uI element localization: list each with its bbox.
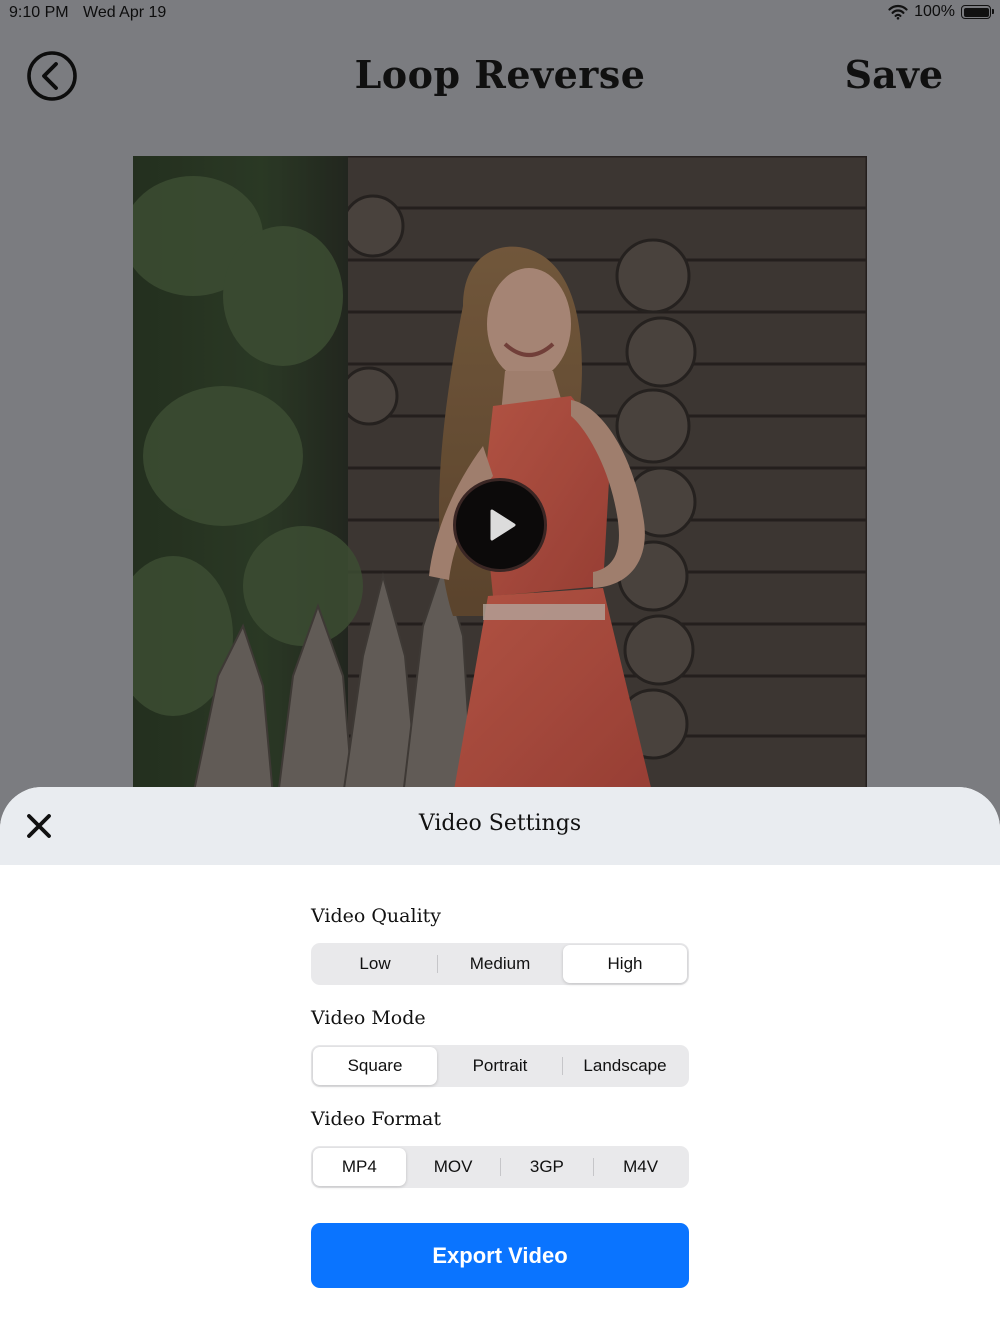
status-time: 9:10 PM xyxy=(9,4,69,21)
video-preview[interactable] xyxy=(133,156,867,796)
format-option-mov[interactable]: MOV xyxy=(407,1148,500,1186)
play-icon xyxy=(490,509,516,541)
mode-option-square[interactable]: Square xyxy=(313,1047,437,1085)
video-format-label: Video Format xyxy=(311,1108,441,1130)
sheet-title: Video Settings xyxy=(418,811,582,836)
video-thumbnail xyxy=(133,156,867,796)
sheet-header: Video Settings xyxy=(0,787,1000,865)
battery-percent: 100% xyxy=(914,3,955,20)
format-option-m4v[interactable]: M4V xyxy=(594,1148,687,1186)
video-quality-control: Low Medium High xyxy=(311,943,689,985)
status-bar: 9:10 PM Wed Apr 19 100% xyxy=(0,0,1000,28)
format-option-3gp[interactable]: 3GP xyxy=(501,1148,594,1186)
export-video-button[interactable]: Export Video xyxy=(311,1223,689,1288)
play-button[interactable] xyxy=(453,478,547,572)
video-settings-sheet: Video Settings Video Quality Low Medium … xyxy=(0,787,1000,1334)
quality-option-medium[interactable]: Medium xyxy=(438,945,562,983)
status-date: Wed Apr 19 xyxy=(83,4,167,21)
video-mode-control: Square Portrait Landscape xyxy=(311,1045,689,1087)
video-quality-label: Video Quality xyxy=(311,905,442,927)
mode-option-landscape[interactable]: Landscape xyxy=(563,1047,687,1085)
quality-option-high[interactable]: High xyxy=(563,945,687,983)
format-option-mp4[interactable]: MP4 xyxy=(313,1148,406,1186)
battery-icon xyxy=(961,5,994,19)
video-mode-label: Video Mode xyxy=(311,1007,426,1029)
wifi-icon xyxy=(888,4,908,20)
quality-option-low[interactable]: Low xyxy=(313,945,437,983)
video-format-control: MP4 MOV 3GP M4V xyxy=(311,1146,689,1188)
status-right: 100% xyxy=(888,3,994,21)
mode-option-portrait[interactable]: Portrait xyxy=(438,1047,562,1085)
save-button[interactable]: Save xyxy=(845,52,943,97)
